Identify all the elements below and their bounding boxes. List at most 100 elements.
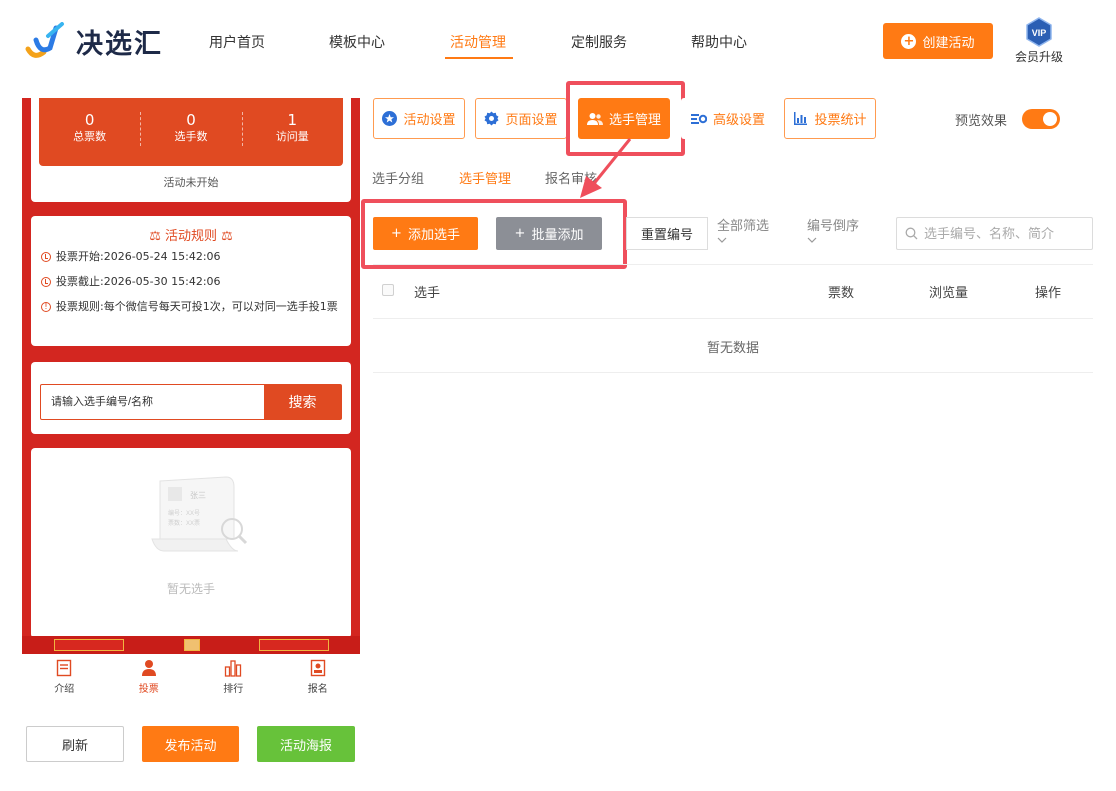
stat-contestants: 0 选手数 xyxy=(140,98,241,166)
create-activity-label: 创建活动 xyxy=(922,35,975,51)
logo-icon xyxy=(22,22,68,62)
nav-help-center[interactable]: 帮助中心 xyxy=(691,32,747,52)
tool-label: 投票统计 xyxy=(814,113,867,128)
tool-label: 页面设置 xyxy=(505,113,558,128)
stat-value: 0 xyxy=(84,111,95,129)
plus-circle-icon: + xyxy=(901,33,917,49)
sort-desc-dropdown[interactable]: 编号倒序 xyxy=(807,219,859,243)
search-icon xyxy=(905,227,918,240)
signup-icon xyxy=(310,659,325,677)
gavel-icon: ⚖ xyxy=(149,229,161,244)
table-bottom-divider xyxy=(373,372,1093,373)
rule-value: 2026-05-24 15:42:06 xyxy=(103,250,221,263)
vip-badge-text: VIP xyxy=(1032,28,1047,38)
rule-value: 2026-05-30 15:42:06 xyxy=(103,275,221,288)
rule-label: 投票规则: xyxy=(56,300,104,313)
table-empty-text: 暂无数据 xyxy=(706,341,759,356)
tab-label: 报名 xyxy=(307,684,328,695)
stat-label: 选手数 xyxy=(174,130,208,143)
nav-template-center[interactable]: 模板中心 xyxy=(329,32,385,52)
brand-name: 决选汇 xyxy=(76,29,163,60)
preview-effect-toggle[interactable] xyxy=(1022,109,1060,129)
nav-activity-management[interactable]: 活动管理 xyxy=(450,32,506,52)
vote-statistics-button[interactable]: 投票统计 xyxy=(784,98,876,139)
preview-search-input[interactable] xyxy=(41,385,264,419)
rule-label: 投票开始: xyxy=(56,250,104,263)
stat-value: 1 xyxy=(287,111,298,129)
column-header-actions: 操作 xyxy=(1035,286,1062,301)
advanced-settings-button[interactable]: 高级设置 xyxy=(681,98,775,139)
tab-label: 投票 xyxy=(138,684,159,695)
subtab-contestant-management[interactable]: 选手管理 xyxy=(459,168,511,187)
contestants-card: 张三 编号：XX号 票数：XX票 暂无选手 xyxy=(31,448,351,638)
illustration-name: 张三 xyxy=(190,491,206,500)
nav-user-home[interactable]: 用户首页 xyxy=(209,32,265,52)
activity-poster-button[interactable]: 活动海报 xyxy=(257,726,355,762)
batch-add-button[interactable]: + 批量添加 xyxy=(496,217,602,250)
vip-badge-icon[interactable]: VIP xyxy=(1024,17,1054,47)
tab-intro[interactable]: 介绍 xyxy=(22,654,107,698)
bar-chart-icon xyxy=(794,112,808,125)
filter-all-dropdown[interactable]: 全部筛选 xyxy=(717,219,769,243)
create-activity-button[interactable]: + 创建活动 xyxy=(883,23,993,59)
column-header-views: 浏览量 xyxy=(929,286,969,301)
rules-card: ⚖ 活动规则 ⚖ 投票开始: 2026-05-24 15:42:06 投票截止:… xyxy=(31,216,351,346)
add-contestant-label: 添加选手 xyxy=(407,228,460,243)
tab-ranking[interactable]: 排行 xyxy=(191,654,276,698)
subtab-contestant-groups[interactable]: 选手分组 xyxy=(372,168,424,187)
nav-active-indicator xyxy=(445,57,513,59)
rule-label: 投票截止: xyxy=(56,275,104,288)
users-icon xyxy=(586,112,603,125)
gavel-icon: ⚖ xyxy=(221,229,233,244)
batch-add-label: 批量添加 xyxy=(531,228,584,243)
search-card: 搜索 xyxy=(31,362,351,434)
column-header-votes: 票数 xyxy=(828,286,855,301)
refresh-button[interactable]: 刷新 xyxy=(26,726,124,762)
chevron-down-icon xyxy=(807,237,817,243)
tab-label: 介绍 xyxy=(54,684,75,695)
empty-contestant-illustration: 张三 编号：XX号 票数：XX票 xyxy=(151,476,248,552)
tab-signup[interactable]: 报名 xyxy=(276,654,361,698)
gear-icon xyxy=(484,111,499,126)
activity-settings-button[interactable]: 活动设置 xyxy=(373,98,465,139)
decorative-tag xyxy=(259,639,329,651)
stats-card: 0 总票数 0 选手数 1 访问量 活动未开始 xyxy=(31,98,351,202)
nav-custom-service[interactable]: 定制服务 xyxy=(571,32,627,52)
contestant-search-input[interactable] xyxy=(924,226,1084,241)
select-all-checkbox[interactable] xyxy=(382,284,394,296)
publish-activity-button[interactable]: 发布活动 xyxy=(142,726,239,762)
rule-end: 投票截止: 2026-05-30 15:42:06 xyxy=(41,272,339,292)
stat-label: 访问量 xyxy=(275,130,309,143)
table-top-divider xyxy=(373,264,1093,265)
rule-value: 每个微信号每天可投1次，可以对同一选手投1票 xyxy=(103,300,338,313)
table-header-divider xyxy=(373,318,1093,319)
illustration-line2: 票数：XX票 xyxy=(168,519,200,527)
empty-contestants-text: 暂无选手 xyxy=(166,582,215,596)
vip-upgrade-label[interactable]: 会员升级 xyxy=(1015,48,1063,65)
info-icon: ! xyxy=(41,302,51,312)
star-icon xyxy=(382,111,398,126)
add-contestant-button[interactable]: + 添加选手 xyxy=(373,217,478,250)
preview-search-button[interactable]: 搜索 xyxy=(264,385,341,419)
decorative-emblem xyxy=(184,639,200,651)
page-settings-button[interactable]: 页面设置 xyxy=(475,98,567,139)
illustration-line1: 编号：XX号 xyxy=(168,509,200,517)
clock-icon xyxy=(41,277,51,287)
stats-box: 0 总票数 0 选手数 1 访问量 xyxy=(39,98,343,166)
stat-value: 0 xyxy=(186,111,196,129)
user-icon xyxy=(141,660,156,676)
tab-label: 排行 xyxy=(223,684,244,695)
contestant-search-box xyxy=(896,217,1093,250)
arrow-annotation-icon xyxy=(580,138,632,198)
reset-number-button[interactable]: 重置编号 xyxy=(626,217,708,250)
tool-label: 活动设置 xyxy=(403,113,456,128)
phone-preview: 0 总票数 0 选手数 1 访问量 活动未开始 ⚖ 活动规则 ⚖ 投票开始: 2… xyxy=(22,98,360,654)
rules-title-text: 活动规则 xyxy=(164,229,217,244)
rule-vote: ! 投票规则: 每个微信号每天可投1次，可以对同一选手投1票 xyxy=(41,297,339,317)
rule-start: 投票开始: 2026-05-24 15:42:06 xyxy=(41,247,339,267)
tab-vote[interactable]: 投票 xyxy=(107,654,192,698)
contestant-management-button[interactable]: 选手管理 xyxy=(578,98,670,139)
chart-icon xyxy=(225,660,242,677)
rules-title: ⚖ 活动规则 ⚖ xyxy=(31,225,351,244)
decorative-tag xyxy=(54,639,124,651)
